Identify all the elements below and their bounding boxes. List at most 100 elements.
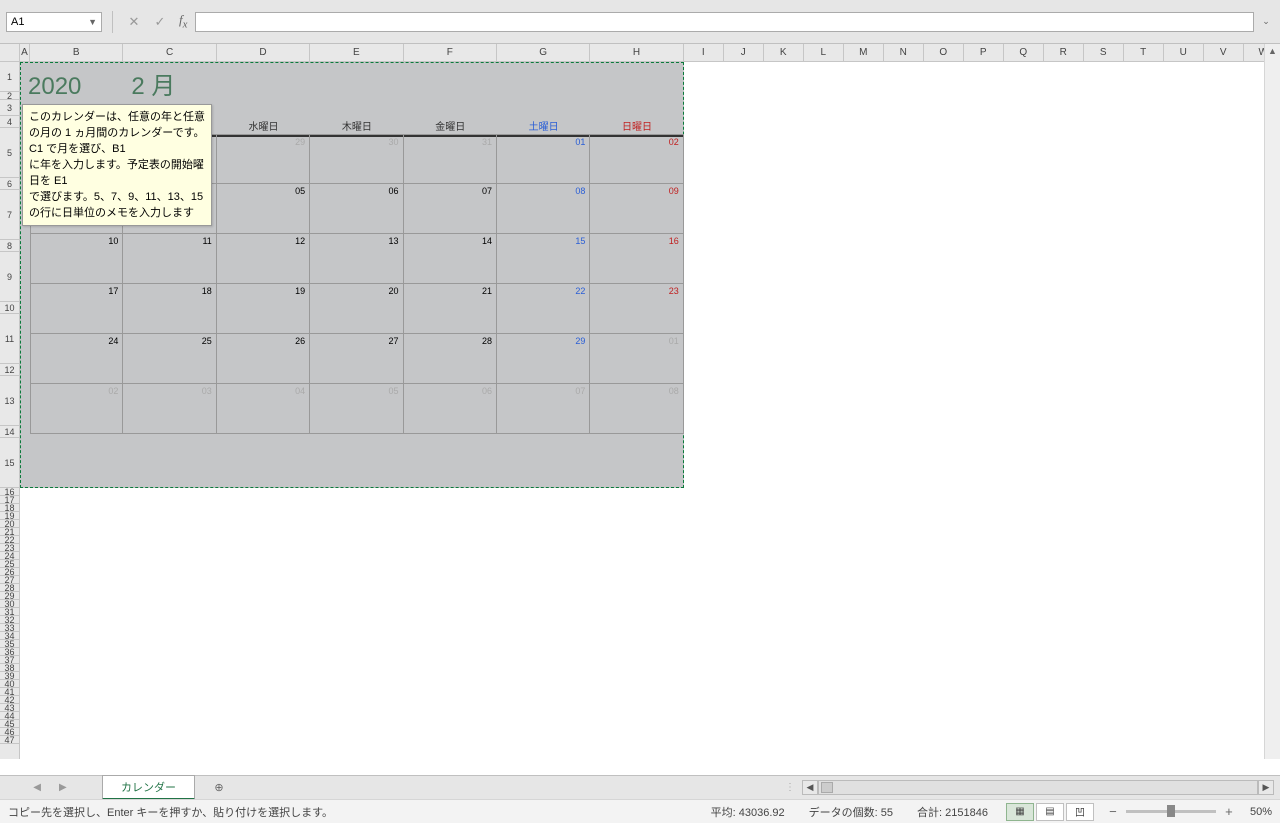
calendar-cell[interactable]: 30: [310, 134, 403, 184]
scroll-left-icon[interactable]: ◀: [802, 780, 818, 795]
calendar-cell[interactable]: 24: [30, 334, 123, 384]
calendar-cell[interactable]: 21: [404, 284, 497, 334]
tab-next-icon[interactable]: ▶: [59, 782, 67, 793]
row-header[interactable]: 8: [0, 240, 19, 252]
calendar-cell[interactable]: 26: [217, 334, 310, 384]
zoom-slider[interactable]: [1126, 810, 1216, 813]
scroll-right-icon[interactable]: ▶: [1258, 780, 1274, 795]
cancel-formula-button[interactable]: ✕: [123, 12, 145, 32]
accept-formula-button[interactable]: ✓: [149, 12, 171, 32]
add-sheet-button[interactable]: ⊕: [205, 777, 233, 799]
column-header[interactable]: B: [30, 44, 123, 61]
page-break-view-button[interactable]: 凹: [1066, 803, 1094, 821]
select-all-corner[interactable]: [0, 44, 20, 62]
calendar-cell[interactable]: 31: [404, 134, 497, 184]
column-header[interactable]: V: [1204, 44, 1244, 61]
calendar-cell[interactable]: 05: [310, 384, 403, 434]
calendar-cell[interactable]: 06: [310, 184, 403, 234]
row-header[interactable]: 9: [0, 252, 19, 302]
column-header[interactable]: E: [310, 44, 403, 61]
column-header[interactable]: S: [1084, 44, 1124, 61]
calendar-cell[interactable]: 07: [404, 184, 497, 234]
calendar-cell[interactable]: 10: [30, 234, 123, 284]
row-header[interactable]: 7: [0, 190, 19, 240]
tab-prev-icon[interactable]: ◀: [33, 782, 41, 793]
column-header[interactable]: L: [804, 44, 844, 61]
expand-formula-icon[interactable]: ⌄: [1258, 16, 1274, 27]
calendar-cell[interactable]: 19: [217, 284, 310, 334]
calendar-cell[interactable]: 22: [497, 284, 590, 334]
calendar-cell[interactable]: 02: [30, 384, 123, 434]
calendar-cell[interactable]: 08: [590, 384, 683, 434]
column-header[interactable]: Q: [1004, 44, 1044, 61]
row-header[interactable]: 15: [0, 438, 19, 488]
calendar-cell[interactable]: 28: [404, 334, 497, 384]
calendar-cell[interactable]: 20: [310, 284, 403, 334]
vertical-scrollbar[interactable]: ▲: [1264, 44, 1280, 759]
row-header[interactable]: 2: [0, 92, 19, 100]
formula-input[interactable]: [195, 12, 1254, 32]
calendar-cell[interactable]: 25: [123, 334, 216, 384]
row-header[interactable]: 6: [0, 178, 19, 190]
calendar-cell[interactable]: 03: [123, 384, 216, 434]
row-header[interactable]: 10: [0, 302, 19, 314]
fx-icon[interactable]: fx: [175, 12, 191, 31]
calendar-cell[interactable]: 01: [497, 134, 590, 184]
calendar-cell[interactable]: 09: [590, 184, 683, 234]
column-header[interactable]: H: [590, 44, 683, 61]
calendar-cell[interactable]: 17: [30, 284, 123, 334]
calendar-cell[interactable]: 27: [310, 334, 403, 384]
calendar-cell[interactable]: 02: [590, 134, 683, 184]
calendar-cell[interactable]: 29: [497, 334, 590, 384]
column-header[interactable]: I: [684, 44, 724, 61]
grip-icon[interactable]: ⋮: [777, 782, 802, 793]
column-header[interactable]: U: [1164, 44, 1204, 61]
calendar-cell[interactable]: 07: [497, 384, 590, 434]
calendar-cell[interactable]: 12: [217, 234, 310, 284]
row-header[interactable]: 11: [0, 314, 19, 364]
normal-view-button[interactable]: ▦: [1006, 803, 1034, 821]
row-header[interactable]: 12: [0, 364, 19, 376]
column-header[interactable]: P: [964, 44, 1004, 61]
calendar-cell[interactable]: 29: [217, 134, 310, 184]
horizontal-scrollbar[interactable]: ⋮ ◀ ▶: [777, 780, 1280, 795]
column-header[interactable]: D: [217, 44, 310, 61]
calendar-cell[interactable]: 13: [310, 234, 403, 284]
row-header[interactable]: 14: [0, 426, 19, 438]
column-header[interactable]: K: [764, 44, 804, 61]
column-header[interactable]: G: [497, 44, 590, 61]
calendar-cell[interactable]: 08: [497, 184, 590, 234]
zoom-thumb[interactable]: [1167, 805, 1175, 817]
column-header[interactable]: O: [924, 44, 964, 61]
zoom-in-button[interactable]: +: [1222, 805, 1236, 819]
column-header[interactable]: F: [404, 44, 497, 61]
calendar-cell[interactable]: 23: [590, 284, 683, 334]
row-header[interactable]: 4: [0, 116, 19, 128]
column-header[interactable]: N: [884, 44, 924, 61]
row-header[interactable]: 5: [0, 128, 19, 178]
calendar-cell[interactable]: 15: [497, 234, 590, 284]
sheet-tab-active[interactable]: カレンダー: [102, 775, 195, 800]
zoom-out-button[interactable]: −: [1106, 805, 1120, 819]
hscroll-track[interactable]: [818, 780, 1258, 795]
calendar-cell[interactable]: 04: [217, 384, 310, 434]
row-header[interactable]: 3: [0, 100, 19, 116]
calendar-cell[interactable]: 16: [590, 234, 683, 284]
column-header[interactable]: R: [1044, 44, 1084, 61]
calendar-cell[interactable]: 01: [590, 334, 683, 384]
calendar-cell[interactable]: 06: [404, 384, 497, 434]
calendar-cell[interactable]: 05: [217, 184, 310, 234]
scroll-up-icon[interactable]: ▲: [1265, 44, 1280, 58]
column-header[interactable]: J: [724, 44, 764, 61]
calendar-cell[interactable]: 11: [123, 234, 216, 284]
calendar-cell[interactable]: 18: [123, 284, 216, 334]
row-header[interactable]: 47: [0, 736, 19, 744]
column-header[interactable]: C: [123, 44, 216, 61]
name-box[interactable]: A1 ▼: [6, 12, 102, 32]
column-header[interactable]: A: [20, 44, 30, 61]
page-layout-view-button[interactable]: ▤: [1036, 803, 1064, 821]
column-header[interactable]: T: [1124, 44, 1164, 61]
row-header[interactable]: 13: [0, 376, 19, 426]
column-header[interactable]: M: [844, 44, 884, 61]
row-header[interactable]: 1: [0, 62, 19, 92]
